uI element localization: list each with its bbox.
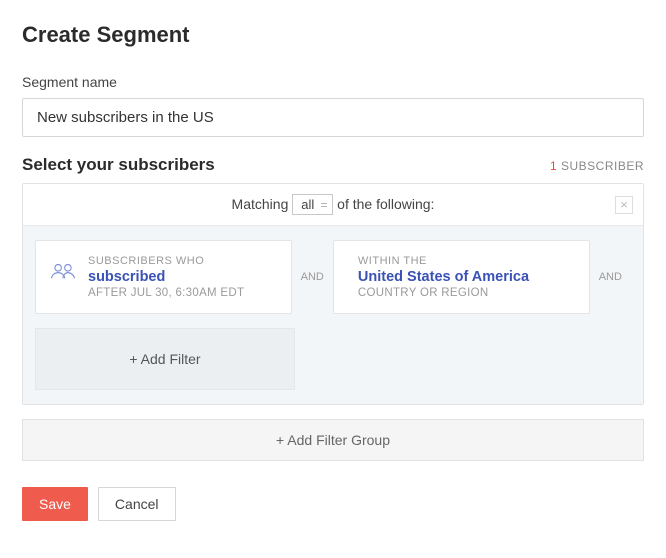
and-joiner-trailing: AND xyxy=(590,240,631,314)
page-title: Create Segment xyxy=(22,22,644,48)
segment-name-input[interactable] xyxy=(22,98,644,137)
filter-main: United States of America xyxy=(358,269,573,285)
subscriber-count: 1 SUBSCRIBER xyxy=(550,159,644,173)
filter-group: Matching all of the following: × SUBSCRI… xyxy=(22,183,644,405)
match-suffix: of the following: xyxy=(337,196,434,212)
save-button[interactable]: Save xyxy=(22,487,88,521)
and-joiner: AND xyxy=(292,240,333,314)
subscribers-heading: Select your subscribers xyxy=(22,155,215,175)
filter-main: subscribed xyxy=(88,269,275,285)
subscriber-count-number: 1 xyxy=(550,159,557,173)
add-filter-button[interactable]: + Add Filter xyxy=(35,328,295,390)
filter-sub: COUNTRY OR REGION xyxy=(358,287,573,299)
people-icon xyxy=(50,261,76,281)
remove-group-button[interactable]: × xyxy=(615,196,633,214)
cancel-button[interactable]: Cancel xyxy=(98,487,176,521)
filter-kicker: SUBSCRIBERS WHO xyxy=(88,255,275,267)
subscriber-count-label: SUBSCRIBER xyxy=(561,159,644,173)
filter-kicker: WITHIN THE xyxy=(358,255,573,267)
form-actions: Save Cancel xyxy=(22,487,644,521)
add-filter-group-button[interactable]: + Add Filter Group xyxy=(22,419,644,461)
filter-sub: AFTER JUL 30, 6:30AM EDT xyxy=(88,287,275,299)
filter-card-country[interactable]: WITHIN THE United States of America COUN… xyxy=(333,240,590,314)
filters-area: SUBSCRIBERS WHO subscribed AFTER JUL 30,… xyxy=(23,226,643,404)
match-bar: Matching all of the following: × xyxy=(23,184,643,226)
match-mode-select[interactable]: all xyxy=(292,194,333,215)
match-prefix: Matching xyxy=(232,196,289,212)
filter-card-subscribed[interactable]: SUBSCRIBERS WHO subscribed AFTER JUL 30,… xyxy=(35,240,292,314)
segment-name-label: Segment name xyxy=(22,74,644,90)
